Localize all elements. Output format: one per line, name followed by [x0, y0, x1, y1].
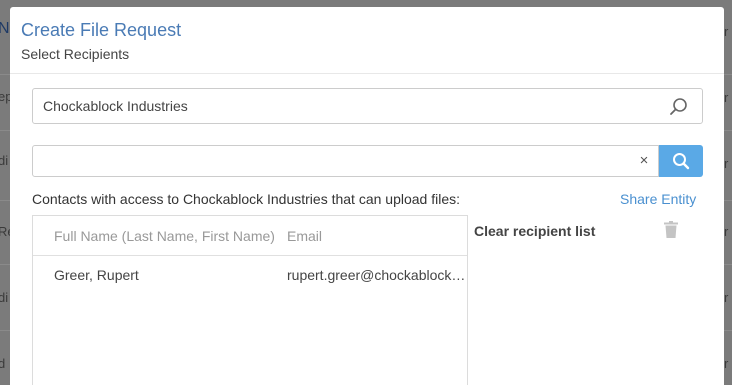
- trash-icon[interactable]: [664, 221, 678, 238]
- column-header-email[interactable]: Email: [287, 228, 322, 244]
- background-text-fragment: N: [0, 20, 10, 37]
- background-right-edge: r r r r r r: [724, 0, 732, 385]
- dialog-header: Create File Request Select Recipients: [10, 7, 724, 74]
- background-text-fragment: d: [0, 356, 6, 371]
- clear-search-icon[interactable]: ×: [636, 152, 652, 170]
- share-entity-link[interactable]: Share Entity: [620, 191, 696, 207]
- column-header-full-name[interactable]: Full Name (Last Name, First Name): [54, 228, 286, 244]
- background-text-fragment: r: [724, 224, 729, 239]
- contacts-caption: Contacts with access to Chockablock Indu…: [32, 191, 460, 207]
- background-left-edge: N ep di Re di d: [0, 0, 10, 385]
- background-text-fragment: di: [0, 153, 9, 168]
- contact-email: rupert.greer@chockablock.com: [287, 267, 467, 283]
- background-text-fragment: r: [724, 356, 729, 371]
- background-text-fragment: r: [724, 24, 729, 39]
- background-text-fragment: ep: [0, 89, 10, 104]
- background-text-fragment: r: [724, 156, 729, 171]
- recipient-search-field[interactable]: ×: [32, 145, 659, 177]
- background-text-fragment: di: [0, 290, 9, 305]
- entity-search-input[interactable]: [43, 89, 663, 123]
- dialog-title: Create File Request: [21, 20, 182, 40]
- search-icon[interactable]: [669, 97, 689, 117]
- table-row[interactable]: Greer, Rupert rupert.greer@chockablock.c…: [33, 256, 467, 296]
- table-header: Full Name (Last Name, First Name) Email: [33, 216, 467, 256]
- contact-name: Greer, Rupert: [54, 267, 139, 283]
- clear-recipient-list-button[interactable]: Clear recipient list: [474, 223, 595, 239]
- entity-search-field[interactable]: [32, 88, 703, 124]
- background-text-fragment: Re: [0, 224, 10, 239]
- recipient-search-input[interactable]: [43, 146, 623, 176]
- search-icon: [673, 153, 690, 170]
- background-text-fragment: r: [724, 90, 729, 105]
- dialog-subtitle: Select Recipients: [21, 46, 130, 62]
- contacts-table: Full Name (Last Name, First Name) Email …: [32, 215, 468, 385]
- create-file-request-dialog: Create File Request Select Recipients × …: [10, 7, 724, 385]
- recipient-search-button[interactable]: [659, 145, 703, 177]
- background-text-fragment: r: [724, 290, 729, 305]
